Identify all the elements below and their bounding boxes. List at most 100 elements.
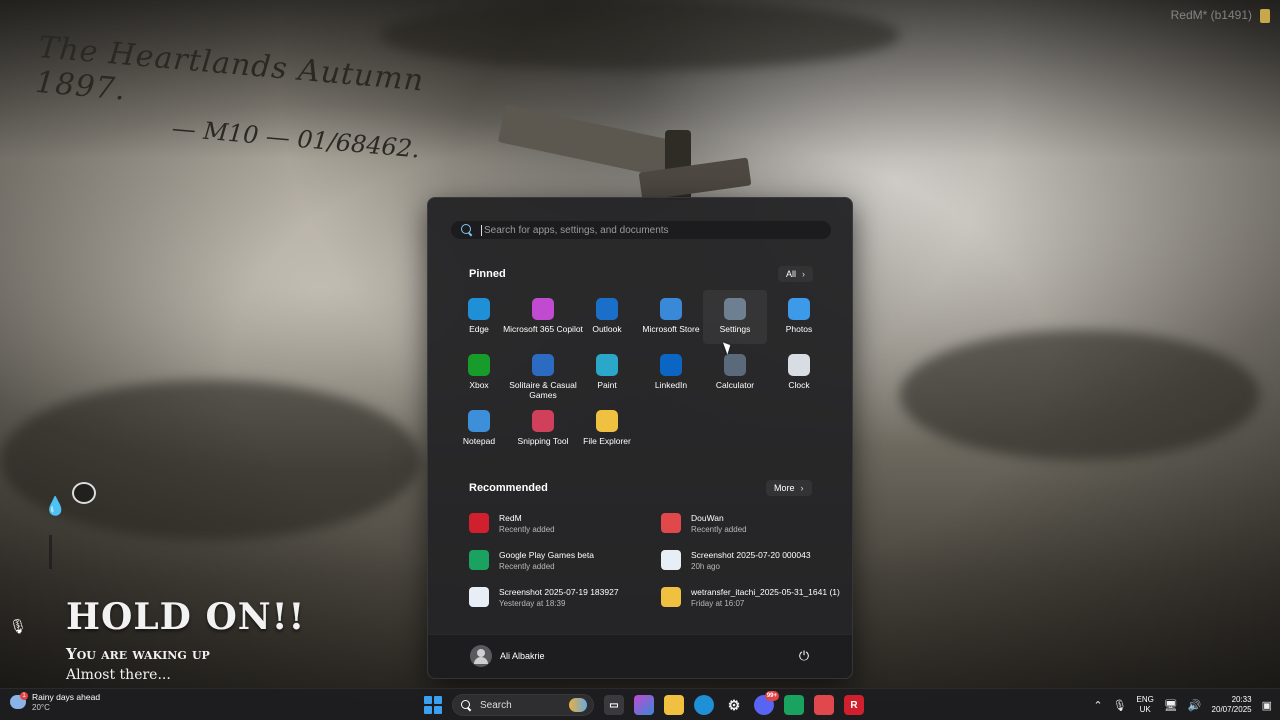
chevron-right-icon: › [800,483,804,493]
chevron-up-icon[interactable]: ⌃ [1093,699,1102,712]
pinned-app-snipping-tool[interactable]: Snipping Tool [511,402,575,456]
recommended-item-name: Screenshot 2025-07-19 183927 [499,586,619,597]
play-games-icon[interactable] [784,695,804,715]
recommended-item-subtitle: Friday at 16:07 [691,598,745,608]
taskbar-search-label: Search [480,699,512,711]
all-apps-label: All [786,269,797,279]
pinned-app-label: Clock [788,380,810,390]
avatar[interactable] [470,645,492,667]
play-games-icon [469,550,489,570]
recommended-item-subtitle: Recently added [499,561,555,571]
weather-temp: 20°C [32,703,50,712]
image-file-icon [661,550,681,570]
water-drop-icon: 💧 [44,496,67,516]
gear-icon[interactable]: ⚙ [724,695,744,715]
weather-widget[interactable]: 1 Rainy days ahead 20°C [10,692,100,712]
pinned-app-file-explorer[interactable]: File Explorer [575,402,639,456]
pinned-app-calculator[interactable]: Calculator [703,346,767,400]
linkedin-icon [660,354,682,376]
pinned-title: Pinned [469,268,506,280]
horse-icon [72,482,96,504]
microphone-icon[interactable]: 🎙 [1113,699,1127,712]
redm-icon [469,513,489,533]
start-footer: Ali Albakrie ⏻ [428,634,852,678]
task-view-icon[interactable]: ▭ [604,695,624,715]
loading-subtitle: You are waking up [66,645,210,663]
douwan-icon[interactable] [814,695,834,715]
snipping-icon [532,410,554,432]
weather-title: Rainy days ahead [32,692,101,702]
pinned-app-label: Photos [785,324,813,334]
image-file-icon [469,587,489,607]
microphone-icon[interactable]: 🎙 [8,616,28,636]
pinned-app-paint[interactable]: Paint [575,346,639,400]
lang-top: ENG [1136,695,1154,704]
pinned-app-edge[interactable]: Edge [447,290,511,344]
windows-start-icon[interactable] [424,696,442,714]
lang-bottom: UK [1139,705,1151,714]
wallpaper-rock-shadow [900,330,1260,460]
gear-icon [724,298,746,320]
more-button[interactable]: More › [766,480,812,496]
recommended-item[interactable]: RedM Recently added [469,509,649,537]
solitaire-icon [532,354,554,376]
recommended-item[interactable]: Screenshot 2025-07-19 183927 Yesterday at… [469,583,649,611]
pinned-app-label: File Explorer [583,436,631,446]
pinned-app-microsoft-store[interactable]: Microsoft Store [639,290,703,344]
recommended-item[interactable]: wetransfer_itachi_2025-05-31_1641 (1) Fri… [661,583,841,611]
corner-badge-icon [1260,9,1270,23]
edge-icon[interactable] [694,695,714,715]
pinned-app-solitaire-casual-games[interactable]: Solitaire & Casual Games [509,346,577,400]
recommended-item-name: Google Play Games beta [499,549,594,560]
clock-date: 20/07/2025 [1211,705,1252,714]
notification-icon[interactable]: ▣ [1262,699,1272,712]
loading-status: Almost there... [66,667,171,683]
redm-icon[interactable]: R [844,695,864,715]
pinned-app-xbox[interactable]: Xbox [447,346,511,400]
edge-icon [468,298,490,320]
recommended-item-subtitle: Recently added [499,524,555,534]
pinned-app-outlook[interactable]: Outlook [575,290,639,344]
search-highlight-icon [569,698,587,712]
pinned-app-clock[interactable]: Clock [767,346,831,400]
pinned-app-photos[interactable]: Photos [767,290,831,344]
user-name[interactable]: Ali Albakrie [500,651,545,661]
taskbar-search[interactable]: Search [452,694,594,716]
pinned-app-microsoft-365-copilot[interactable]: Microsoft 365 Copilot [503,290,583,344]
system-tray: ⌃ 🎙 ENG UK 🖥 🔊 20:33 20/07/2025 ▣ [1093,693,1272,717]
volume-icon[interactable]: 🔊 [1188,699,1202,712]
hud-bar [49,535,52,569]
outlook-icon [596,298,618,320]
recommended-item[interactable]: Google Play Games beta Recently added [469,546,649,574]
search-icon [461,699,472,711]
pinned-app-notepad[interactable]: Notepad [447,402,511,456]
power-icon[interactable]: ⏻ [796,648,812,664]
start-search-box[interactable] [450,220,832,240]
language-indicator[interactable]: ENG UK [1137,695,1154,715]
clock[interactable]: 20:33 20/07/2025 [1212,695,1252,715]
recommended-item[interactable]: Screenshot 2025-07-20 000043 20h ago [661,546,841,574]
file-explorer-icon[interactable] [664,695,684,715]
recommended-item-name: Screenshot 2025-07-20 000043 [691,549,811,560]
photos-icon [788,298,810,320]
version-text: RedM* (b1491) [1170,8,1252,22]
copilot-icon[interactable] [634,695,654,715]
recommended-item[interactable]: DouWan Recently added [661,509,841,537]
discord-badge: 99+ [764,691,779,701]
wallpaper-cloud-shadow [380,0,900,70]
pinned-app-settings[interactable]: Settings [703,290,767,344]
paint-icon [596,354,618,376]
start-search-input[interactable] [481,224,821,236]
chevron-right-icon: › [802,269,806,279]
search-icon [461,224,473,236]
folder-icon [661,587,681,607]
all-apps-button[interactable]: All › [778,266,814,282]
discord-icon[interactable]: 99+ [754,691,779,715]
taskbar-apps: Search ▭ ⚙ 99+ R [424,691,864,717]
calculator-icon [724,354,746,376]
xbox-icon [468,354,490,376]
recommended-item-subtitle: Yesterday at 18:39 [499,598,566,608]
network-icon[interactable]: 🖥 [1164,699,1178,712]
pinned-app-linkedin[interactable]: LinkedIn [639,346,703,400]
recommended-item-subtitle: 20h ago [691,561,720,571]
